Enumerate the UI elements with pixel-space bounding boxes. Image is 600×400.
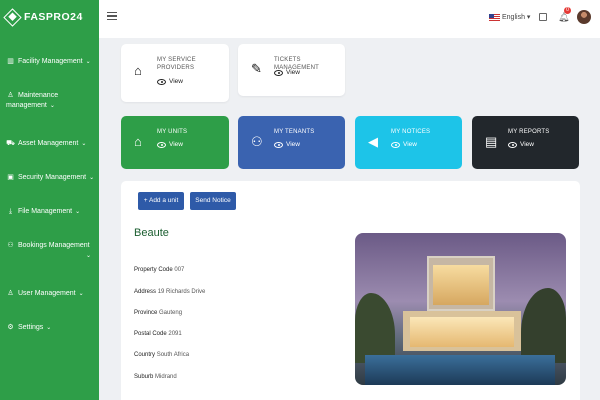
download-icon: ⤓: [8, 208, 13, 215]
field-country: Country South Africa: [134, 352, 190, 358]
brand-name: FASPRO24: [24, 11, 83, 23]
view-link[interactable]: View: [157, 141, 183, 148]
property-image: [355, 233, 566, 385]
add-unit-button[interactable]: + Add a unit: [138, 192, 184, 210]
view-link[interactable]: View: [391, 141, 417, 148]
field-suburb: Suburb Midrand: [134, 374, 177, 380]
field-postal-code: Postal Code 2091: [134, 331, 182, 337]
card-tickets-management[interactable]: ✎ TICKETS MANAGEMENT View: [238, 44, 345, 96]
notification-badge: 0: [564, 7, 571, 14]
field-province: Province Gauteng: [134, 310, 183, 316]
report-icon: ▤: [485, 134, 498, 149]
chevron-down-icon: ⌄: [75, 209, 81, 215]
sidebar-item-bookings-management[interactable]: ⚇ Bookings Management ⌄: [6, 241, 96, 261]
field-property-code: Property Code 007: [134, 267, 185, 273]
card-title: MY UNITS: [157, 129, 188, 135]
property-name: Beaute: [134, 227, 169, 239]
cart-icon: ⛟: [6, 140, 15, 147]
building-icon: ▥: [7, 58, 14, 65]
chevron-down-icon: ⌄: [86, 253, 92, 259]
chevron-down-icon: ⌄: [89, 175, 95, 181]
brand-logo[interactable]: FASPRO24: [3, 7, 83, 27]
card-title: MY REPORTS: [508, 129, 550, 135]
send-notice-button[interactable]: Send Notice: [190, 192, 236, 210]
logo-icon: [3, 7, 22, 27]
sidebar-item-file-management[interactable]: ⤓ File Management ⌄: [6, 207, 96, 217]
megaphone-icon: ◀: [368, 134, 378, 149]
edit-icon: ✎: [251, 61, 262, 76]
card-title: MY TENANTS: [274, 129, 315, 135]
person-icon: ♙: [7, 290, 14, 297]
card-my-tenants[interactable]: ⚇ MY TENANTS View: [238, 116, 345, 169]
eye-icon: [274, 69, 283, 76]
eye-icon: [274, 141, 283, 148]
chevron-down-icon: ⌄: [46, 325, 52, 331]
sidebar-item-user-management[interactable]: ♙ User Management ⌄: [6, 289, 96, 299]
eye-icon: [157, 78, 166, 85]
lock-icon: ▣: [7, 174, 14, 181]
eye-icon: [391, 141, 400, 148]
eye-icon: [157, 141, 166, 148]
gear-icon: ⚙: [7, 324, 14, 331]
sidebar-item-settings[interactable]: ⚙ Settings ⌄: [6, 323, 96, 333]
sidebar-item-security-management[interactable]: ▣ Security Management ⌄: [6, 173, 96, 183]
topbar: English ▾ 🔔︎ 0: [99, 0, 600, 38]
chevron-down-icon: ⌄: [49, 103, 55, 109]
chevron-down-icon: ⌄: [78, 291, 84, 297]
card-my-reports[interactable]: ▤ MY REPORTS View: [472, 116, 579, 169]
field-address: Address 19 Richards Drive: [134, 289, 206, 295]
card-my-service-providers[interactable]: ⌂ MY SERVICE PROVIDERS View: [121, 44, 229, 102]
view-link[interactable]: View: [508, 141, 534, 148]
fullscreen-icon[interactable]: [539, 13, 547, 21]
people-icon: ⚇: [7, 242, 14, 249]
avatar[interactable]: [577, 10, 591, 24]
language-selector[interactable]: English ▾: [502, 13, 530, 21]
menu-toggle-icon[interactable]: [107, 12, 117, 20]
home-icon: ⌂: [134, 134, 142, 149]
eye-icon: [508, 141, 517, 148]
sidebar: FASPRO24 ▥ Facility Management ⌄ ♙ Maintena…: [0, 0, 99, 400]
sidebar-item-facility-management[interactable]: ▥ Facility Management ⌄: [6, 57, 96, 67]
sidebar-item-maintenance-management[interactable]: ♙ Maintenance management ⌄: [6, 91, 96, 111]
us-flag-icon: [489, 14, 500, 21]
view-link[interactable]: View: [274, 69, 300, 76]
view-link[interactable]: View: [157, 78, 183, 85]
card-title: MY SERVICE PROVIDERS: [157, 57, 196, 71]
card-my-units[interactable]: ⌂ MY UNITS View: [121, 116, 229, 169]
people-icon: ⚇: [251, 134, 263, 149]
card-my-notices[interactable]: ◀ MY NOTICES View: [355, 116, 462, 169]
chevron-down-icon: ⌄: [81, 141, 87, 147]
sidebar-item-asset-management[interactable]: ⛟ Asset Management ⌄: [6, 139, 96, 149]
card-title: MY NOTICES: [391, 129, 431, 135]
person-icon: ♙: [7, 92, 14, 99]
home-icon: ⌂: [134, 63, 142, 78]
view-link[interactable]: View: [274, 141, 300, 148]
chevron-down-icon: ⌄: [85, 59, 91, 65]
